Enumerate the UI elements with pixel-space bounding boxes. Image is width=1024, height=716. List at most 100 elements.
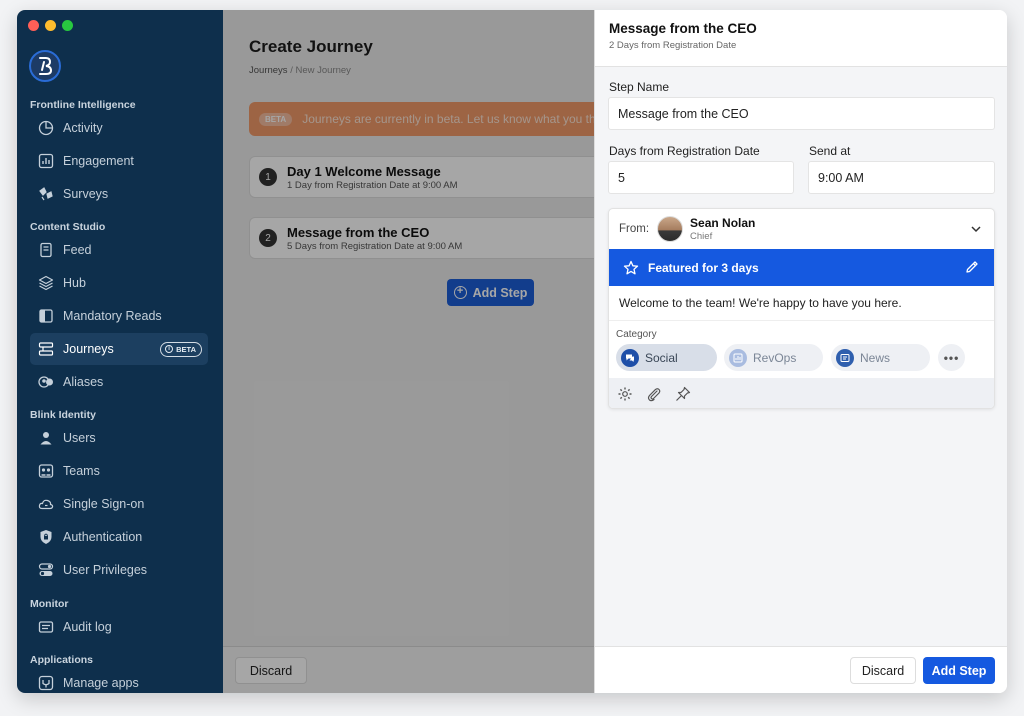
send-at-input[interactable] — [808, 161, 995, 194]
paperclip-icon[interactable] — [646, 386, 662, 402]
app-logo[interactable] — [29, 50, 61, 82]
category-chip-social[interactable]: Social — [616, 344, 717, 371]
maximize-window-button[interactable] — [62, 20, 73, 31]
chip-label: RevOps — [753, 350, 797, 365]
pie-chart-icon — [38, 120, 54, 136]
from-label: From: — [619, 223, 650, 235]
step-title: Message from the CEO — [287, 224, 430, 240]
banner-text: Journeys are currently in beta. Let us k… — [302, 112, 609, 126]
pin-icon[interactable] — [675, 386, 691, 402]
sidebar-item-journeys[interactable]: Journeys i BETA — [30, 333, 208, 365]
panel-footer: Discard Add Step — [595, 646, 1007, 693]
chart-icon — [729, 348, 747, 367]
add-step-button[interactable]: Add Step — [923, 657, 995, 684]
nav-section-blink-identity: Blink Identity — [30, 409, 96, 421]
avatar — [657, 216, 684, 242]
sidebar-item-audit-log[interactable]: Audit log — [30, 611, 208, 643]
category-chip-revops[interactable]: RevOps — [724, 344, 823, 371]
pencil-icon[interactable] — [964, 259, 980, 275]
days-label: Days from Registration Date — [609, 144, 760, 158]
sidebar-item-aliases[interactable]: Aliases — [30, 366, 208, 398]
sender-info: Sean Nolan Chief — [690, 216, 755, 242]
feed-icon — [38, 242, 54, 258]
message-toolbar — [609, 378, 994, 408]
sender-name: Sean Nolan — [690, 216, 756, 230]
sidebar-item-feed[interactable]: Feed — [30, 234, 208, 266]
blink-logo-icon — [39, 57, 53, 75]
step-subtitle: 1 Day from Registration Date at 9:00 AM — [287, 179, 458, 191]
banner-beta-pill: BETA — [259, 112, 293, 126]
step-editor-panel: Message from the CEO 2 Days from Registr… — [594, 10, 1007, 693]
chevron-down-icon[interactable] — [970, 223, 982, 235]
message-body[interactable]: Welcome to the team! We're happy to have… — [619, 296, 902, 310]
step-subtitle: 5 Days from Registration Date at 9:00 AM — [287, 240, 463, 252]
message-card: From: Sean Nolan Chief Featured for 3 da… — [608, 208, 995, 409]
user-icon — [38, 430, 54, 446]
sidebar-item-mandatory-reads[interactable]: Mandatory Reads — [30, 300, 208, 332]
breadcrumb: Journeys / New Journey — [249, 65, 351, 76]
send-at-label: Send at — [809, 144, 851, 158]
sidebar-item-hub[interactable]: Hub — [30, 267, 208, 299]
sidebar-item-manage-apps[interactable]: Manage apps — [30, 667, 208, 693]
journey-step-card[interactable]: 1 Day 1 Welcome Message 1 Day from Regis… — [249, 156, 609, 198]
sidebar-item-label: Mandatory Reads — [63, 309, 162, 323]
journey-step-card[interactable]: 2 Message from the CEO 5 Days from Regis… — [249, 217, 609, 259]
nav-section-frontline: Frontline Intelligence — [30, 99, 136, 111]
gear-icon[interactable] — [617, 386, 633, 402]
step-title: Day 1 Welcome Message — [287, 163, 441, 179]
main-content: Create Journey Journeys / New Journey BE… — [223, 10, 609, 693]
sidebar-item-teams[interactable]: Teams — [30, 455, 208, 487]
teams-icon — [38, 463, 54, 479]
beta-badge: i BETA — [160, 341, 202, 357]
layers-icon — [38, 275, 54, 291]
apps-icon — [38, 675, 54, 691]
sidebar-item-user-privileges[interactable]: User Privileges — [30, 554, 208, 586]
nav-section-monitor: Monitor — [30, 598, 69, 610]
star-icon — [623, 260, 639, 274]
audit-icon — [38, 619, 54, 635]
book-icon — [38, 308, 54, 324]
sidebar-item-authentication[interactable]: Authentication — [30, 521, 208, 553]
panel-header: Message from the CEO 2 Days from Registr… — [595, 10, 1007, 67]
chat-icon — [621, 348, 639, 367]
sidebar-item-label: User Privileges — [63, 563, 148, 577]
sidebar-item-label: Hub — [63, 276, 86, 290]
sidebar-item-label: Users — [63, 431, 96, 445]
sidebar-item-engagement[interactable]: Engagement — [30, 145, 208, 177]
divider — [609, 320, 994, 321]
lock-icon — [38, 529, 54, 545]
add-step-button[interactable]: + Add Step — [447, 279, 534, 306]
sidebar-item-label: Teams — [63, 464, 100, 478]
discard-button[interactable]: Discard — [235, 657, 307, 684]
category-chip-news[interactable]: News — [831, 344, 930, 371]
more-categories-button[interactable]: ••• — [938, 344, 965, 371]
bar-chart-icon — [38, 153, 54, 169]
days-input[interactable] — [608, 161, 794, 194]
news-icon — [836, 348, 854, 367]
sidebar-item-label: Activity — [63, 121, 103, 135]
sender-role: Chief — [690, 231, 713, 242]
sidebar-item-surveys[interactable]: Surveys — [30, 178, 208, 210]
close-window-button[interactable] — [28, 20, 39, 31]
minimize-window-button[interactable] — [45, 20, 56, 31]
sidebar-item-activity[interactable]: Activity — [30, 112, 208, 144]
from-selector[interactable]: From: Sean Nolan Chief — [609, 209, 994, 249]
category-label: Category — [616, 329, 657, 340]
sidebar-item-users[interactable]: Users — [30, 422, 208, 454]
sidebar-item-label: Authentication — [63, 530, 143, 544]
info-icon: i — [165, 345, 174, 353]
step-name-input[interactable] — [608, 97, 995, 130]
nav-section-applications: Applications — [30, 654, 94, 666]
journey-icon — [38, 341, 54, 357]
discard-button[interactable]: Discard — [850, 657, 916, 684]
featured-bar: Featured for 3 days — [609, 249, 994, 286]
app-window: Frontline Intelligence Activity Engageme… — [17, 10, 1007, 693]
breadcrumb-root[interactable]: Journeys — [249, 65, 288, 76]
sidebar-item-label: Journeys — [63, 342, 114, 356]
survey-icon — [38, 186, 54, 202]
breadcrumb-separator: / — [290, 65, 293, 76]
panel-title: Message from the CEO — [609, 21, 757, 36]
panel-subtitle: 2 Days from Registration Date — [609, 40, 737, 51]
sidebar-item-sso[interactable]: Single Sign-on — [30, 488, 208, 520]
step-number: 1 — [259, 168, 277, 186]
